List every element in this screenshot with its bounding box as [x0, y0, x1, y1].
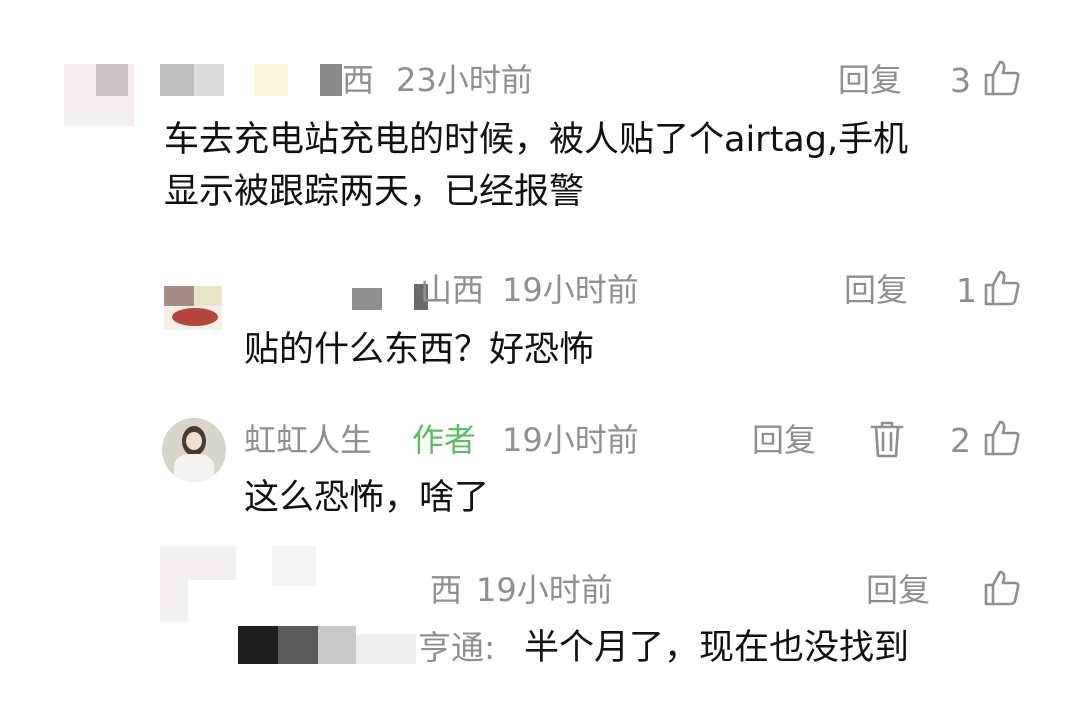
- comment-location: 西: [430, 571, 463, 609]
- reply-button[interactable]: 回复: [844, 274, 908, 306]
- comment-location: 西: [342, 61, 375, 99]
- author-username[interactable]: 虹虹人生: [244, 424, 372, 456]
- username-blurred[interactable]: [160, 64, 194, 96]
- trash-icon[interactable]: [868, 420, 906, 460]
- reply-button[interactable]: 回复: [866, 574, 930, 606]
- comment-text: 这么恐怖，啥了: [244, 478, 490, 518]
- avatar[interactable]: [162, 418, 226, 482]
- comment-time: 19小时前: [502, 271, 639, 309]
- username-blurred-4: [320, 64, 342, 96]
- reply-to-blurred-2: [278, 626, 318, 664]
- reply-to-blurred-3: [318, 626, 356, 664]
- comment-location: 山西: [420, 271, 485, 309]
- avatar-blurred-detail: [96, 64, 128, 96]
- username-blurred-2: [194, 64, 224, 96]
- comment-text-line-2: 显示被跟踪两天，已经报警: [164, 172, 585, 212]
- thumbs-up-icon[interactable]: [982, 268, 1022, 308]
- thumbs-up-icon[interactable]: [982, 568, 1022, 608]
- avatar[interactable]: [164, 286, 222, 330]
- like-count: 3: [950, 61, 971, 100]
- avatar-blurred-detail: [188, 580, 236, 622]
- like-count: 2: [950, 421, 971, 460]
- reply-button[interactable]: 回复: [838, 64, 902, 96]
- comment-text: 车去充电站充电的时候，被人贴了个airtag,手机 显示被跟踪两天，已经报警: [164, 114, 1044, 218]
- username-blurred[interactable]: [352, 288, 382, 310]
- comment-time: 23小时前: [396, 61, 533, 99]
- comment-time: 19小时前: [502, 421, 639, 459]
- comment-text-line-1: 车去充电站充电的时候，被人贴了个airtag,手机: [164, 120, 909, 160]
- avatar-blurred-detail-2: [272, 546, 316, 586]
- reply-to-name[interactable]: 亨通:: [418, 631, 495, 664]
- username-blurred-3: [254, 64, 288, 96]
- comment-text: 半个月了，现在也没找到: [524, 628, 910, 668]
- like-count: 1: [956, 271, 977, 310]
- thumbs-up-icon[interactable]: [982, 58, 1022, 98]
- comment-time: 19小时前: [476, 571, 613, 609]
- author-badge: 作者: [412, 421, 477, 459]
- reply-to-blurred[interactable]: [238, 626, 278, 664]
- comment-text: 贴的什么东西？好恐怖: [244, 330, 595, 370]
- thumbs-up-icon[interactable]: [982, 418, 1022, 458]
- reply-to-blurred-4: [356, 634, 416, 664]
- reply-button[interactable]: 回复: [752, 424, 816, 456]
